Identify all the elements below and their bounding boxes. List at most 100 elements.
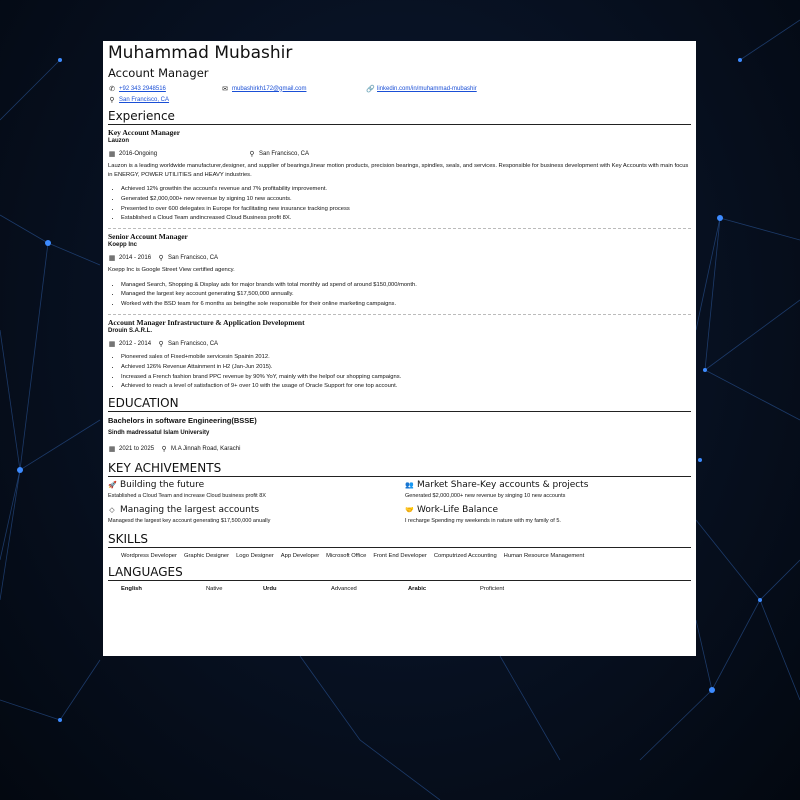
location-pin-icon: ⚲ xyxy=(161,446,167,454)
location-pin-icon: ⚲ xyxy=(158,341,164,349)
job-location-text: San Francisco, CA xyxy=(168,341,219,348)
job-location: ⚲ San Francisco, CA xyxy=(248,150,309,158)
education-meta: ▦ 2021 to 2025 ⚲ M.A Jinnah Road, Karach… xyxy=(108,443,691,455)
section-title-achievements: KEY ACHIVEMENTS xyxy=(108,461,691,478)
contact-location: ⚲ San Francisco, CA xyxy=(108,96,169,104)
key-achievement-title: Market Share-Key accounts & projects xyxy=(417,480,589,491)
achievement-item: Achieved 12% growthin the account's reve… xyxy=(121,185,691,195)
language-name: Urdu xyxy=(263,586,277,593)
job-meta: ▦ 2014 - 2016 ⚲ San Francisco, CA xyxy=(108,252,691,264)
resume-name: Muhammad Mubashir xyxy=(108,43,293,63)
calendar-icon: ▦ xyxy=(108,151,116,158)
key-achievement-desc: Managesd the largest key account generat… xyxy=(108,518,271,525)
company-name: Koepp Inc xyxy=(108,242,138,249)
job-location: ⚲ San Francisco, CA xyxy=(157,254,218,262)
achievement-list: Managed Search, Shopping & Display ads f… xyxy=(108,281,691,310)
school-name: Sindh madressatul Islam University xyxy=(108,430,210,437)
link-icon: 🔗 xyxy=(366,85,375,93)
key-achievement-title: Managing the largest accounts xyxy=(120,505,260,516)
education-dates-text: 2021 to 2025 xyxy=(119,446,155,453)
location-link[interactable]: San Francisco, CA xyxy=(119,97,169,103)
education-dates: ▦ 2021 to 2025 xyxy=(108,445,154,453)
degree-title: Bachelors in software Engineering(BSSE) xyxy=(108,416,257,426)
language-level: Native xyxy=(206,586,223,593)
skill-item: Wordpress Developer xyxy=(121,553,177,560)
key-achievements-grid: 🚀 Building the future Established a Cloud… xyxy=(108,479,691,526)
linkedin-link[interactable]: linkedin.com/in/muhammad-mubashir xyxy=(377,86,477,92)
section-title-skills: SKILLS xyxy=(108,532,691,549)
job-description: Lauzon is a leading worldwide manufactur… xyxy=(108,163,689,178)
contact-row: ✆ +92 343 2948516 ✉ mubashirkh172@gmail.… xyxy=(108,83,691,94)
phone-link[interactable]: +92 343 2948516 xyxy=(119,86,166,92)
resume-page: Muhammad Mubashir Account Manager ✆ +92 … xyxy=(103,41,696,656)
calendar-icon: ▦ xyxy=(108,446,116,454)
skill-item: Graphic Designer xyxy=(183,553,230,560)
key-achievement-title: Work-Life Balance xyxy=(417,505,499,516)
job-location-text: San Francisco, CA xyxy=(168,255,219,262)
key-achievement-desc: Generated $2,000,000+ new revenue by sin… xyxy=(405,493,566,500)
job-dates: ▦ 2012 - 2014 xyxy=(108,340,151,348)
achievement-item: Achieved 126% Revenue Attainment in H2 (… xyxy=(121,363,691,373)
email-link[interactable]: mubashirkh172@gmail.com xyxy=(232,86,306,92)
education-location: ⚲ M.A Jinnah Road, Karachi xyxy=(160,445,240,453)
job-title: Account Manager Infrastructure & Applica… xyxy=(108,318,305,328)
job-location-text: San Francisco, CA xyxy=(259,151,310,157)
key-achievement: 👥 Market Share-Key accounts & projects Ge… xyxy=(405,479,695,501)
education-location-text: M.A Jinnah Road, Karachi xyxy=(171,446,241,453)
skill-item: Human Resource Management xyxy=(503,553,585,560)
achievement-item: Generated $2,000,000+ new revenue by sig… xyxy=(121,195,691,205)
key-achievement-desc: Established a Cloud Team and increase Cl… xyxy=(108,493,266,500)
company-name: Drouin S.A.R.L. xyxy=(108,328,152,335)
key-achievement: 🚀 Building the future Established a Cloud… xyxy=(108,479,405,501)
chart-people-icon: 👥 xyxy=(405,481,414,490)
calendar-icon: ▦ xyxy=(108,255,116,263)
job-dates: ▦ 2016-Ongoing xyxy=(108,150,248,158)
achievement-item: Presented to over 600 delegates in Europ… xyxy=(121,205,691,215)
job-dates-text: 2016-Ongoing xyxy=(119,151,158,157)
achievement-item: Managed the largest key account generati… xyxy=(121,290,691,300)
skill-item: Logo Designer xyxy=(236,553,274,560)
section-title-education: EDUCATION xyxy=(108,396,691,413)
location-pin-icon: ⚲ xyxy=(249,151,255,158)
contact-email: ✉ mubashirkh172@gmail.com xyxy=(221,85,366,93)
email-icon: ✉ xyxy=(222,85,228,93)
resume-role: Account Manager xyxy=(108,66,209,80)
achievement-item: Established a Cloud Team andincreased Cl… xyxy=(121,214,691,224)
skill-item: App Developer xyxy=(280,553,320,560)
job-meta: ▦ 2012 - 2014 ⚲ San Francisco, CA xyxy=(108,338,691,350)
key-achievement-title: Building the future xyxy=(120,480,205,491)
job-title: Key Account Manager xyxy=(108,128,181,137)
location-pin-icon: ⚲ xyxy=(158,255,164,263)
calendar-icon: ▦ xyxy=(108,341,116,349)
language-level: Advanced xyxy=(331,586,357,593)
experience-entry: Key Account Manager Lauzon ▦ 2016-Ongoin… xyxy=(108,128,691,224)
key-achievement: ◇ Managing the largest accounts Managesd … xyxy=(108,504,405,526)
job-dates: ▦ 2014 - 2016 xyxy=(108,254,151,262)
section-title-experience: Experience xyxy=(108,109,691,125)
skill-item: Computrized Accounting xyxy=(433,553,497,560)
contact-row-location: ⚲ San Francisco, CA xyxy=(108,94,691,105)
job-dates-text: 2014 - 2016 xyxy=(119,255,152,262)
achievement-item: Pioneered sales of Fixed+mobile services… xyxy=(121,353,691,363)
diamond-icon: ◇ xyxy=(109,506,115,515)
job-meta: ▦ 2016-Ongoing ⚲ San Francisco, CA xyxy=(108,148,691,160)
job-dates-text: 2012 - 2014 xyxy=(119,341,152,348)
location-pin-icon: ⚲ xyxy=(109,96,115,104)
achievement-item: Increased a French fashion brand PPC rev… xyxy=(121,373,691,383)
languages-list: English Native Urdu Advanced Arabic Prof… xyxy=(121,586,691,592)
job-title: Senior Account Manager xyxy=(108,232,188,242)
contact-phone: ✆ +92 343 2948516 xyxy=(108,85,221,93)
phone-icon: ✆ xyxy=(109,85,115,93)
contact-linkedin: 🔗 linkedin.com/in/muhammad-mubashir xyxy=(366,85,477,93)
section-title-languages: LANGUAGES xyxy=(108,565,691,582)
company-name: Lauzon xyxy=(108,138,129,144)
key-achievement-desc: I recharge Spending my weekends in natur… xyxy=(405,518,561,525)
skill-item: Front End Developer xyxy=(373,553,427,560)
experience-entry: Senior Account Manager Koepp Inc ▦ 2014 … xyxy=(108,232,691,310)
achievement-item: Worked with the BSD team for 6 months as… xyxy=(121,300,691,310)
achievement-list: Achieved 12% growthin the account's reve… xyxy=(108,185,691,224)
language-name: Arabic xyxy=(408,586,427,593)
language-name: English xyxy=(121,586,142,593)
language-level: Proficient xyxy=(480,586,505,593)
rocket-icon: 🚀 xyxy=(108,481,117,490)
